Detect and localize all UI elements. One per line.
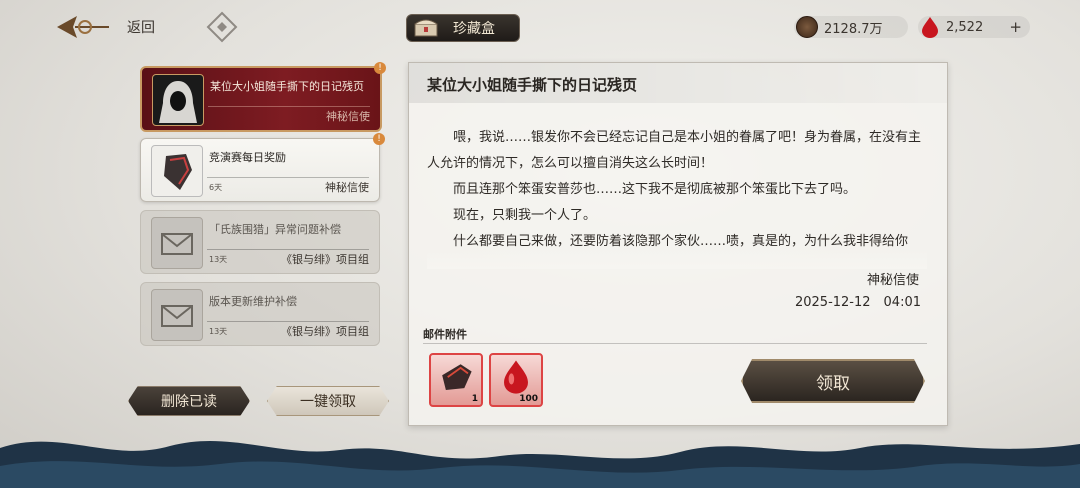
mail-body[interactable]: 喂，我说……银发你不会已经忘记自己是本小姐的眷属了吧！身为眷属，在没有主人允许的… xyxy=(427,125,927,267)
mail-title: 版本更新维护补偿 xyxy=(209,295,297,308)
body-paragraph: 现在，只剩我一个人了。 xyxy=(453,208,597,223)
coin-amount: 2128.7万 xyxy=(824,21,883,37)
mail-sender: 神秘信使 xyxy=(326,110,370,123)
gem-currency: 2,522 + xyxy=(918,16,1030,38)
delete-read-button[interactable]: 删除已读 xyxy=(128,386,250,416)
mail-item-maintenance[interactable]: 版本更新维护补偿 13天 《银与绯》项目组 xyxy=(140,282,380,346)
back-label: 返回 xyxy=(127,20,155,36)
back-arrow-icon xyxy=(57,16,109,38)
coin-icon xyxy=(796,16,818,38)
body-paragraph: 喂，我说……银发你不会已经忘记自己是本小姐的眷属了吧！身为眷属，在没有主人允许的… xyxy=(427,130,922,171)
envelope-icon xyxy=(151,217,203,269)
add-gem-button[interactable]: + xyxy=(1009,18,1022,36)
back-button[interactable]: 返回 xyxy=(55,12,155,42)
detail-title: 某位大小姐随手撕下的日记残页 xyxy=(427,76,638,94)
mail-days: 6天 xyxy=(209,183,223,192)
crest-shard-icon xyxy=(151,145,203,197)
divider xyxy=(208,106,370,107)
hooded-figure-icon xyxy=(152,74,204,126)
home-diamond-icon[interactable] xyxy=(205,10,239,44)
mail-item-clan-hunt[interactable]: 「氏族围猎」异常问题补偿 13天 《银与绯》项目组 xyxy=(140,210,380,274)
attachments-label: 邮件附件 xyxy=(423,328,467,341)
mail-title: 「氏族围猎」异常问题补偿 xyxy=(209,223,341,236)
text-fade xyxy=(427,249,927,269)
gem-amount: 2,522 xyxy=(946,19,984,35)
detail-sender: 神秘信使 xyxy=(866,273,919,288)
mail-days: 13天 xyxy=(209,327,228,336)
divider xyxy=(423,343,927,344)
mail-sender: 《银与绯》项目组 xyxy=(281,325,369,338)
treasure-label: 珍藏盒 xyxy=(453,21,495,37)
coin-currency: 2128.7万 xyxy=(794,16,908,38)
mail-sender: 神秘信使 xyxy=(325,181,369,194)
body-paragraph: 而且连那个笨蛋安普莎也……这下我不是彻底被那个笨蛋比下去了吗。 xyxy=(453,182,857,197)
mail-days: 13天 xyxy=(209,255,228,264)
detail-header: 某位大小姐随手撕下的日记残页 xyxy=(409,63,947,103)
mail-title: 某位大小姐随手撕下的日记残页 xyxy=(210,80,364,93)
divider xyxy=(207,249,369,250)
treasure-chest-icon xyxy=(414,19,438,37)
mail-title: 竞演赛每日奖励 xyxy=(209,151,286,164)
unread-badge: ! xyxy=(374,62,386,74)
mail-detail-panel: 某位大小姐随手撕下的日记残页 喂，我说……银发你不会已经忘记自己是本小姐的眷属了… xyxy=(408,62,948,426)
divider xyxy=(207,321,369,322)
unread-badge: ! xyxy=(373,133,385,145)
attachment-crest-shard[interactable]: 1 xyxy=(429,353,483,407)
blood-gem-icon xyxy=(922,17,938,38)
claim-all-button[interactable]: 一键领取 xyxy=(267,386,389,416)
divider xyxy=(207,177,369,178)
attachment-qty: 1 xyxy=(471,394,478,404)
attachment-qty: 100 xyxy=(519,394,538,404)
detail-date: 2025-12-12 04:01 xyxy=(794,295,921,310)
mail-sender: 《银与绯》项目组 xyxy=(281,253,369,266)
envelope-icon xyxy=(151,289,203,341)
treasure-box-button[interactable]: 珍藏盒 xyxy=(406,14,520,42)
mail-item-daily-reward[interactable]: 竞演赛每日奖励 6天 神秘信使 ! xyxy=(140,133,385,202)
claim-button[interactable]: 领取 xyxy=(741,359,925,403)
attachment-blood-gem[interactable]: 100 xyxy=(489,353,543,407)
mail-item-diary[interactable]: 某位大小姐随手撕下的日记残页 神秘信使 ! xyxy=(140,62,386,132)
